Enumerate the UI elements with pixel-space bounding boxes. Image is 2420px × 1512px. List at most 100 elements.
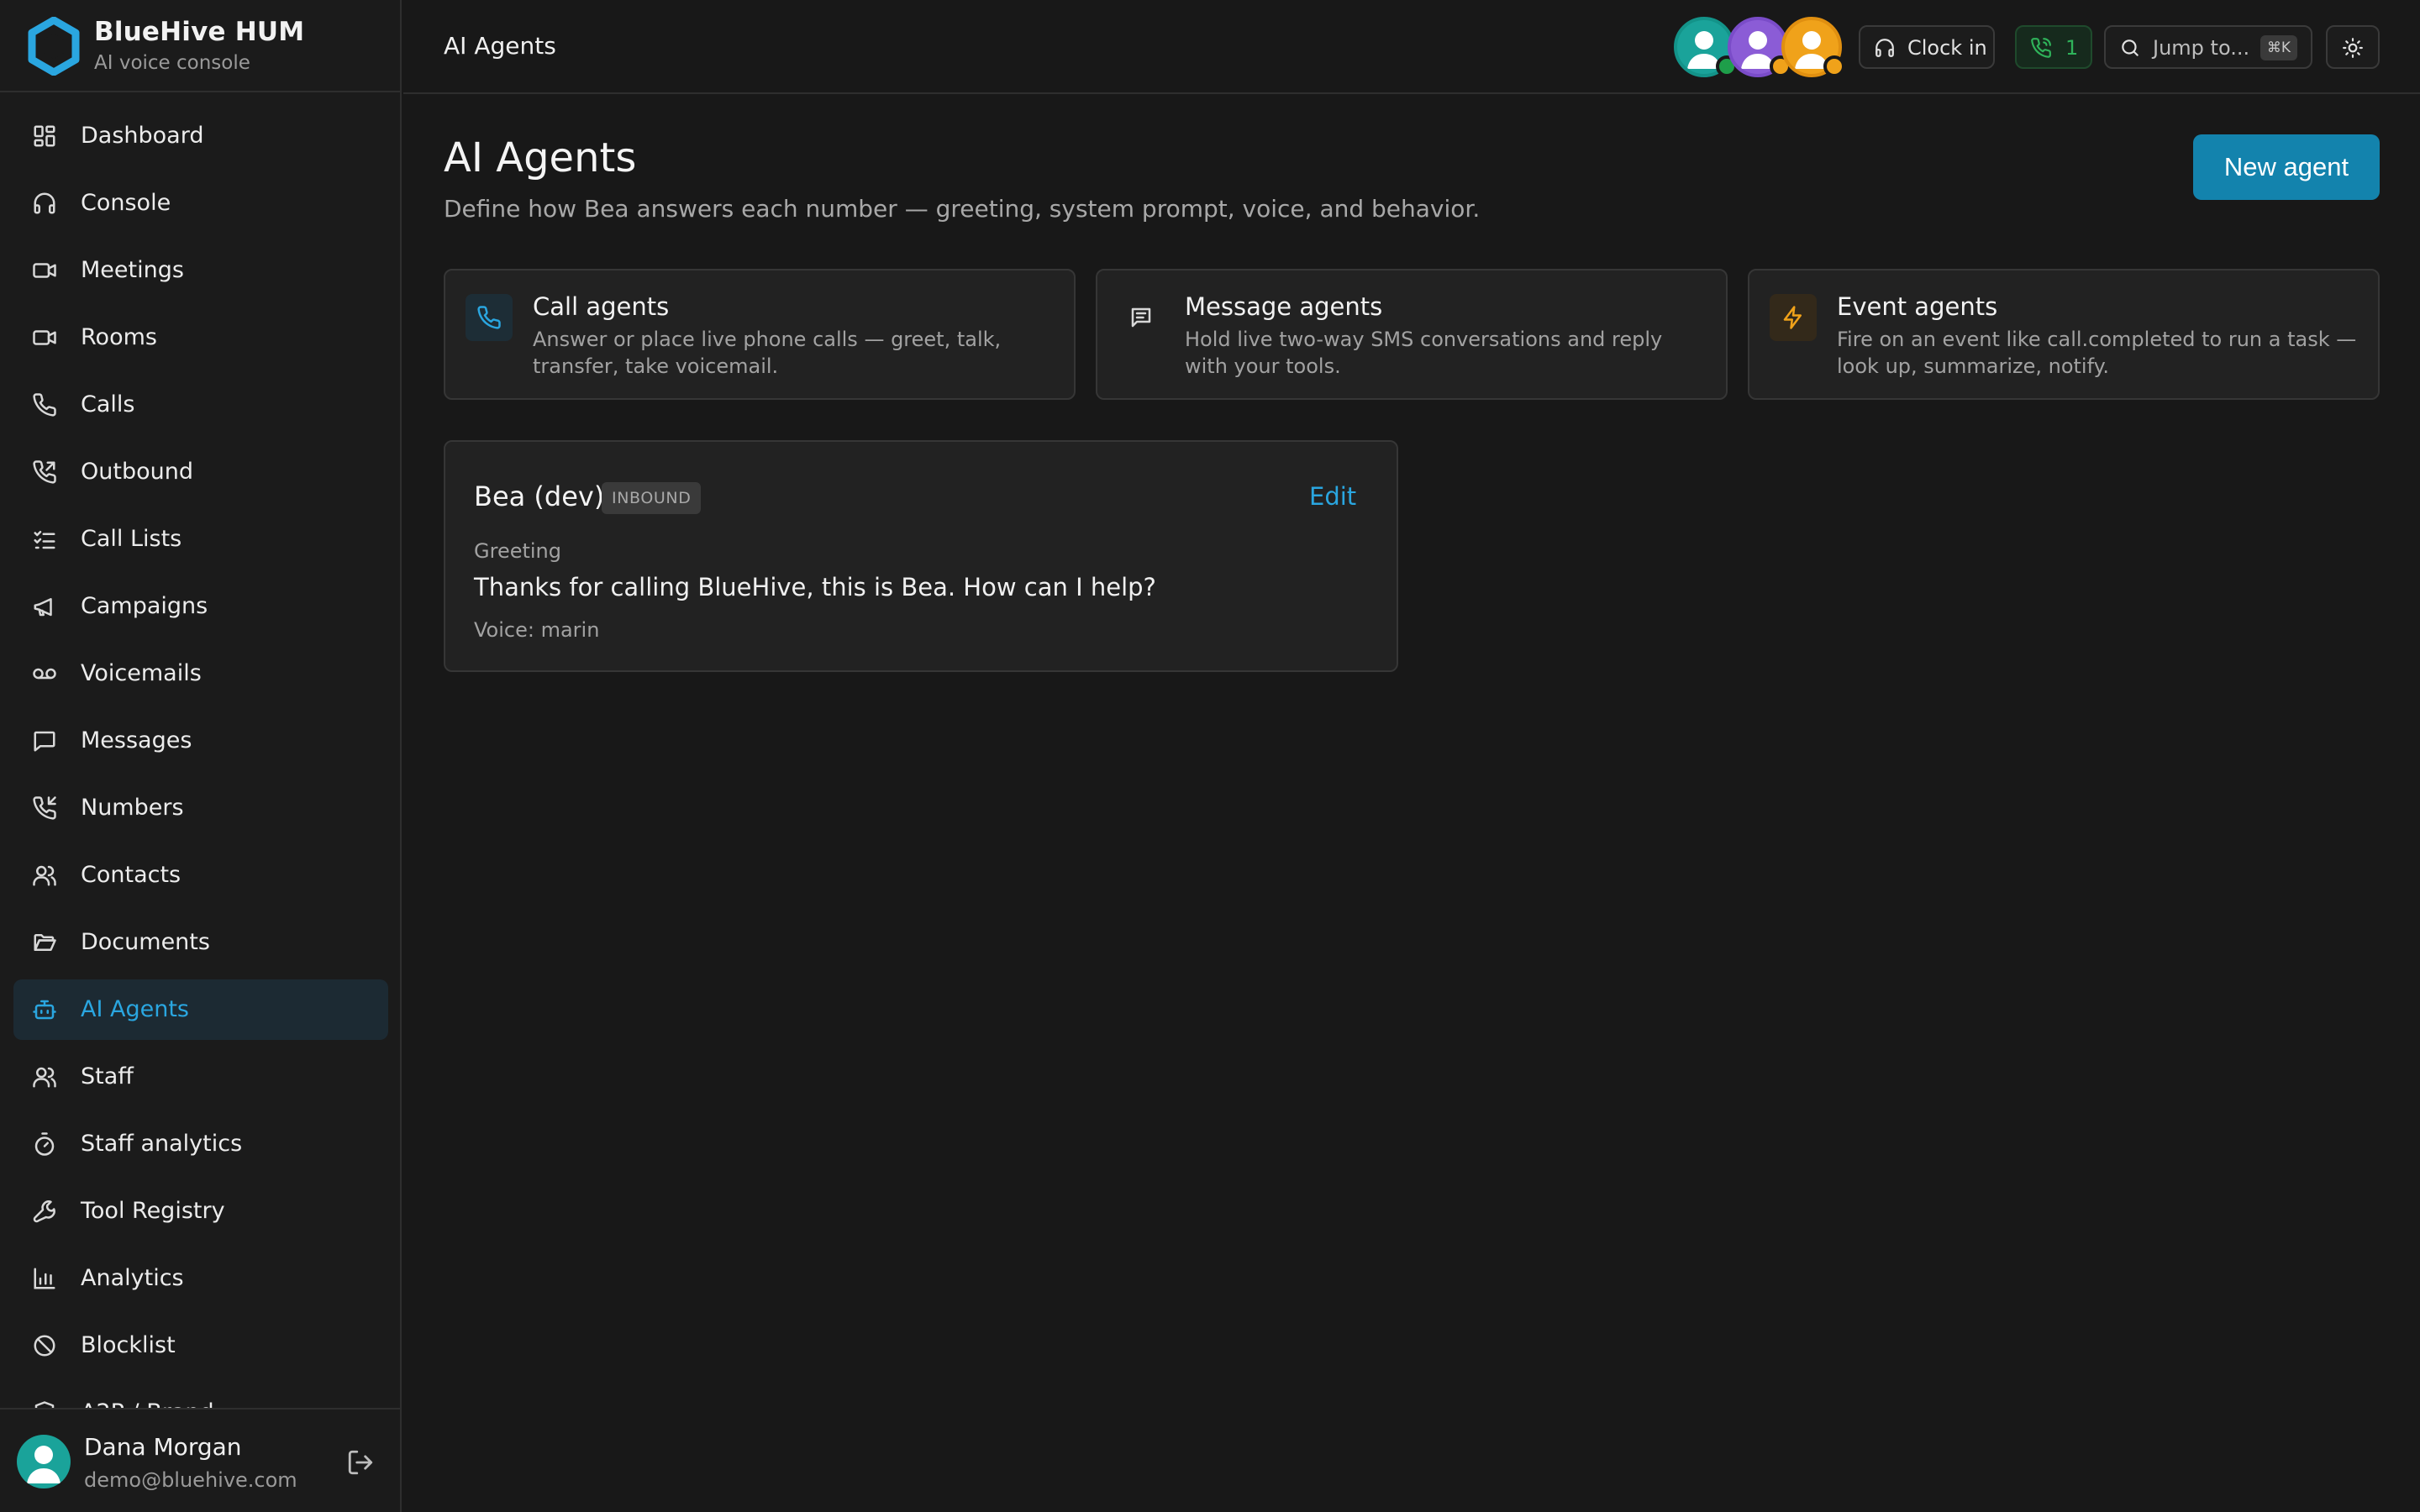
sidebar-item-label: Console [81, 190, 171, 216]
sidebar-item-label: Voicemails [81, 660, 202, 686]
page-subtitle: Define how Bea answers each number — gre… [444, 195, 1481, 223]
agent-name: Bea (dev) [474, 480, 605, 512]
person-icon [27, 1446, 60, 1483]
edit-agent-button[interactable]: Edit [1309, 482, 1356, 511]
sidebar-item-messages[interactable]: Messages [13, 711, 388, 771]
sidebar-nav: Dashboard Console Meetings Rooms Calls O… [13, 106, 388, 1423]
greeting-text: Thanks for calling BlueHive, this is Bea… [474, 573, 1156, 601]
search-shortcut: ⌘K [2260, 35, 2297, 60]
sun-icon [2343, 38, 2363, 58]
timer-icon [34, 1132, 55, 1156]
page-breadcrumb: AI Agents [444, 32, 556, 60]
phone-call-icon [2031, 38, 2051, 58]
sidebar-item-label: Campaigns [81, 593, 208, 619]
clock-in-button[interactable]: Clock in [1859, 25, 1995, 69]
ban-icon [34, 1335, 55, 1357]
headphones-icon [1876, 39, 1894, 57]
sidebar-item-campaigns[interactable]: Campaigns [13, 576, 388, 637]
active-calls-button[interactable]: 1 [2015, 25, 2092, 69]
status-dot [1823, 55, 1845, 77]
dashboard-icon [34, 125, 55, 147]
video-icon [33, 263, 56, 278]
sidebar-item-label: Call Lists [81, 526, 182, 552]
sidebar-item-label: Outbound [81, 459, 193, 485]
megaphone-icon [34, 598, 52, 617]
greeting-label: Greeting [474, 539, 561, 563]
search-input[interactable]: Jump to... ⌘K [2104, 25, 2312, 69]
voicemail-icon [33, 668, 56, 680]
bar-chart-icon [34, 1268, 55, 1289]
phone-incoming-icon [33, 796, 56, 820]
sidebar-item-label: Dashboard [81, 123, 204, 149]
message-lines-icon [1131, 307, 1151, 328]
sidebar-item-staff-analytics[interactable]: Staff analytics [13, 1114, 388, 1174]
sidebar-item-label: Numbers [81, 795, 184, 821]
brand-header: BlueHive HUM AI voice console [0, 0, 400, 92]
event-agents-card[interactable]: Event agents Fire on an event like call.… [1748, 269, 2380, 400]
brand-subtitle: AI voice console [94, 52, 250, 74]
message-icon [34, 731, 55, 752]
phone-icon [477, 306, 501, 329]
phone-icon [33, 393, 56, 417]
sidebar-item-call-lists[interactable]: Call Lists [13, 509, 388, 570]
sidebar-item-label: Analytics [81, 1265, 184, 1291]
sidebar-item-label: Staff [81, 1063, 134, 1089]
call-agents-title: Call agents [533, 292, 670, 321]
sidebar-item-blocklist[interactable]: Blocklist [13, 1315, 388, 1376]
lightning-icon [1783, 306, 1802, 329]
user-profile: Dana Morgan demo@bluehive.com [0, 1408, 400, 1512]
sidebar-item-label: Documents [81, 929, 210, 955]
search-icon [2122, 39, 2139, 56]
message-agents-card[interactable]: Message agents Hold live two-way SMS con… [1096, 269, 1728, 400]
call-agents-card[interactable]: Call agents Answer or place live phone c… [444, 269, 1076, 400]
message-agents-description: Hold live two-way SMS conversations and … [1185, 328, 1663, 378]
sidebar-item-ai-agents[interactable]: AI Agents [13, 979, 388, 1040]
event-agents-title: Event agents [1837, 292, 1998, 321]
bluehive-logo-icon [28, 17, 80, 76]
call-agents-icon-box [466, 294, 513, 341]
sidebar-item-numbers[interactable]: Numbers [13, 778, 388, 838]
active-calls-count: 1 [2065, 36, 2079, 60]
bot-icon [33, 1000, 56, 1020]
sidebar-item-label: Meetings [81, 257, 184, 283]
theme-toggle-button[interactable] [2326, 25, 2380, 69]
user-name: Dana Morgan [84, 1433, 242, 1461]
message-agents-icon-box [1118, 294, 1165, 341]
sidebar-item-label: Calls [81, 391, 135, 417]
app-root: BlueHive HUM AI voice console Dashboard … [0, 0, 2420, 1512]
event-agents-icon-box [1770, 294, 1817, 341]
top-bar: AI Agents Clock in 1 Jump to... ⌘K [403, 0, 2420, 94]
sidebar-item-label: Blocklist [81, 1332, 176, 1358]
message-agents-title: Message agents [1185, 292, 1383, 321]
search-placeholder: Jump to... [2153, 36, 2250, 60]
logout-icon[interactable] [346, 1448, 375, 1477]
user-email: demo@bluehive.com [84, 1468, 297, 1492]
sidebar-item-contacts[interactable]: Contacts [13, 845, 388, 906]
sidebar-item-label: Rooms [81, 324, 157, 350]
avatar[interactable] [17, 1435, 71, 1488]
page-title: AI Agents [444, 134, 637, 181]
sidebar-item-documents[interactable]: Documents [13, 912, 388, 973]
sidebar-item-voicemails[interactable]: Voicemails [13, 643, 388, 704]
sidebar-item-tool-registry[interactable]: Tool Registry [13, 1181, 388, 1242]
voice-label: Voice: marin [474, 618, 600, 642]
folder-icon [34, 934, 56, 951]
sidebar-item-dashboard[interactable]: Dashboard [13, 106, 388, 166]
sidebar-item-rooms[interactable]: Rooms [13, 307, 388, 368]
sidebar-item-label: Tool Registry [81, 1198, 225, 1224]
clock-in-label: Clock in [1907, 36, 1987, 60]
new-agent-button[interactable]: New agent [2193, 134, 2380, 200]
sidebar-item-console[interactable]: Console [13, 173, 388, 234]
sidebar-item-staff[interactable]: Staff [13, 1047, 388, 1107]
phone-outgoing-icon [33, 460, 56, 484]
wrench-icon [33, 1200, 55, 1223]
sidebar-item-calls[interactable]: Calls [13, 375, 388, 435]
sidebar-item-analytics[interactable]: Analytics [13, 1248, 388, 1309]
sidebar: BlueHive HUM AI voice console Dashboard … [0, 0, 402, 1512]
video-icon [33, 330, 56, 345]
sidebar-item-meetings[interactable]: Meetings [13, 240, 388, 301]
sidebar-item-label: Staff analytics [81, 1131, 243, 1157]
users-icon [33, 865, 56, 886]
brand-name: BlueHive HUM [94, 17, 305, 47]
sidebar-item-outbound[interactable]: Outbound [13, 442, 388, 502]
